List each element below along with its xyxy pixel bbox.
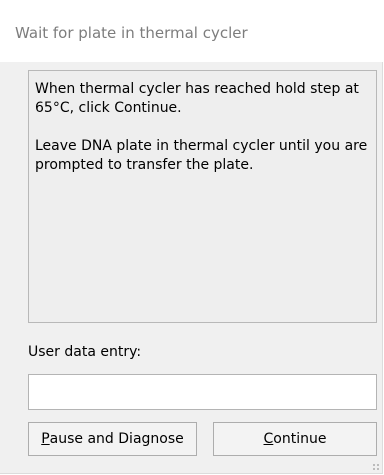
message-paragraph-hold-step: When thermal cycler has reached hold ste…	[35, 81, 359, 116]
pause-and-diagnose-button[interactable]: Pause and Diagnose	[28, 422, 197, 456]
resize-grip-icon[interactable]	[372, 463, 380, 471]
pause-button-label: ause and Diagnose	[49, 431, 184, 447]
user-data-entry-input[interactable]	[28, 374, 377, 410]
dialog-window: Wait for plate in thermal cycler When th…	[0, 0, 383, 474]
continue-button-label: ontinue	[273, 431, 327, 447]
title-bar[interactable]: Wait for plate in thermal cycler	[0, 0, 383, 62]
continue-button[interactable]: Continue	[213, 422, 377, 456]
message-paragraph-leave-plate: Leave DNA plate in thermal cycler until …	[35, 138, 368, 173]
pause-accelerator-key: P	[41, 431, 50, 447]
user-data-entry-label: User data entry:	[28, 344, 142, 360]
window-title: Wait for plate in thermal cycler	[15, 24, 248, 42]
message-panel: When thermal cycler has reached hold ste…	[28, 70, 377, 323]
continue-accelerator-key: C	[263, 431, 274, 447]
